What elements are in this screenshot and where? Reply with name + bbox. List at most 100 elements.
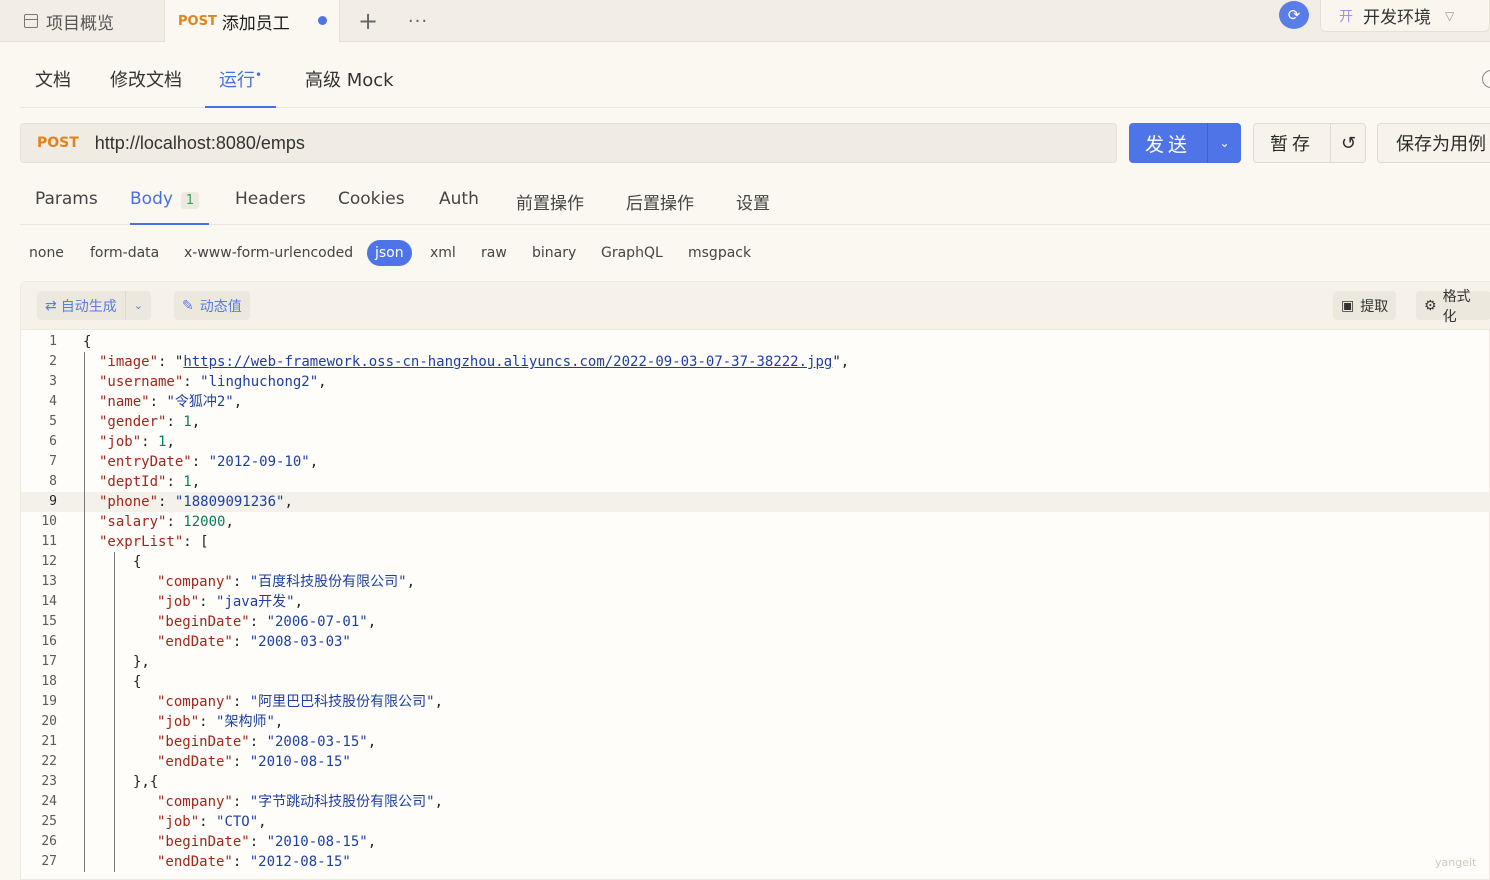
auto-generate-label: 自动生成 xyxy=(60,298,117,315)
code-line: 9 "phone": "18809091236", xyxy=(21,492,1490,512)
code-area[interactable]: 1{2 "image": "https://web-framework.oss-c… xyxy=(21,332,1490,872)
dynamic-value-button[interactable]: ✎ 动态值 xyxy=(174,291,250,320)
new-tab-button[interactable]: + xyxy=(355,0,381,42)
tab-pre-actions[interactable]: 前置操作 xyxy=(516,189,584,225)
body-type-binary[interactable]: binary xyxy=(532,240,576,266)
code-text: "name": "令狐冲2", xyxy=(99,394,243,410)
indent-guide xyxy=(84,512,85,532)
indent-guide xyxy=(84,712,85,732)
extract-button[interactable]: ▣ 提取 xyxy=(1333,291,1397,320)
body-type-form-data[interactable]: form-data xyxy=(90,240,159,266)
code-text: "entryDate": "2012-09-10", xyxy=(99,454,319,470)
request-tabs: Params Body 1 Headers Cookies Auth 前置操作 后… xyxy=(20,175,1490,225)
line-number: 1 xyxy=(49,334,57,349)
indent-guide xyxy=(84,732,85,752)
env-badge: 开 xyxy=(1339,8,1353,25)
body-type-xml[interactable]: xml xyxy=(430,240,456,266)
indent-guide xyxy=(84,632,85,652)
json-editor[interactable]: ⇄ 自动生成 ⌄ ✎ 动态值 ▣ 提取 ⚙ 格式化 1{2 "image": "h… xyxy=(20,281,1490,880)
format-button[interactable]: ⚙ 格式化 xyxy=(1416,289,1490,325)
code-text: "endDate": "2008-03-03" xyxy=(157,634,351,650)
send-button[interactable]: 发送 xyxy=(1129,123,1207,163)
chevron-down-icon: ▽ xyxy=(1445,8,1455,23)
tab-run[interactable]: 运行• xyxy=(205,66,277,108)
line-number: 7 xyxy=(49,454,57,469)
tab-cookies[interactable]: Cookies xyxy=(338,189,405,225)
tab-body[interactable]: Body 1 xyxy=(130,189,209,225)
tab-doc[interactable]: 文档 xyxy=(35,66,71,108)
body-type-msgpack[interactable]: msgpack xyxy=(688,240,751,266)
url-bar: POST xyxy=(20,123,1117,163)
auto-generate-button[interactable]: ⇄ 自动生成 ⌄ xyxy=(37,291,151,320)
stash-button[interactable]: 暂存 xyxy=(1254,124,1331,162)
indent-guide xyxy=(84,552,85,572)
code-line: 13 "company": "百度科技股份有限公司", xyxy=(21,572,1490,592)
tab-post-actions[interactable]: 后置操作 xyxy=(626,189,694,225)
tab-settings[interactable]: 设置 xyxy=(736,189,770,225)
more-tabs-button[interactable]: ··· xyxy=(405,0,431,42)
tab-advanced-mock[interactable]: 高级 Mock xyxy=(305,66,394,108)
indent-guide xyxy=(84,832,85,852)
code-line: 21 "beginDate": "2008-03-15", xyxy=(21,732,1490,752)
tab-bar: 项目概览 POST 添加员工 + ··· ⟳ 开 开发环境 ▽ xyxy=(0,0,1490,42)
tab-edit-doc[interactable]: 修改文档 xyxy=(110,66,182,108)
tab-auth[interactable]: Auth xyxy=(439,189,479,225)
tab-project-overview[interactable]: 项目概览 xyxy=(0,0,164,42)
code-text: "beginDate": "2010-08-15", xyxy=(157,834,377,850)
reset-icon[interactable]: ↺ xyxy=(1331,124,1366,162)
code-text: "gender": 1, xyxy=(99,414,201,430)
code-line: 14 "job": "java开发", xyxy=(21,592,1490,612)
env-label: 开发环境 xyxy=(1363,8,1431,28)
code-text: "deptId": 1, xyxy=(99,474,201,490)
code-line: 6 "job": 1, xyxy=(21,432,1490,452)
chevron-down-icon[interactable]: ⌄ xyxy=(1207,123,1241,163)
line-number: 13 xyxy=(41,574,57,589)
code-text: "job": "CTO", xyxy=(157,814,267,830)
line-number: 22 xyxy=(41,754,57,769)
indent-guide xyxy=(84,432,85,452)
body-type-none[interactable]: none xyxy=(29,240,64,266)
chevron-down-icon[interactable]: ⌄ xyxy=(124,291,143,320)
unsaved-dot-icon xyxy=(318,16,327,25)
code-line: 24 "company": "字节跳动科技股份有限公司", xyxy=(21,792,1490,812)
stash-group: 暂存 ↺ xyxy=(1253,123,1366,163)
indent-guide xyxy=(84,372,85,392)
indent-guide xyxy=(114,812,115,832)
body-type-json[interactable]: json xyxy=(367,240,412,266)
extract-label: 提取 xyxy=(1360,298,1389,315)
indent-guide xyxy=(114,852,115,872)
indent-guide xyxy=(114,632,115,652)
code-line: 15 "beginDate": "2006-07-01", xyxy=(21,612,1490,632)
tab-add-employee[interactable]: POST 添加员工 xyxy=(164,0,340,42)
code-line: 3 "username": "linghuchong2", xyxy=(21,372,1490,392)
watermark: yangeit xyxy=(1435,856,1477,869)
editor-toolbar: ⇄ 自动生成 ⌄ ✎ 动态值 ▣ 提取 ⚙ 格式化 xyxy=(21,282,1490,330)
indent-guide xyxy=(84,772,85,792)
tab-headers[interactable]: Headers xyxy=(235,189,306,225)
indent-guide xyxy=(114,652,115,672)
tab-label: 项目概览 xyxy=(46,13,114,34)
indent-guide xyxy=(114,752,115,772)
method-select[interactable]: POST xyxy=(37,135,79,151)
body-type-urlencoded[interactable]: x-www-form-urlencoded xyxy=(184,240,353,266)
code-text: "endDate": "2010-08-15" xyxy=(157,754,351,770)
body-type-raw[interactable]: raw xyxy=(481,240,507,266)
indent-guide xyxy=(114,672,115,692)
line-number: 10 xyxy=(41,514,57,529)
code-line: 18 { xyxy=(21,672,1490,692)
body-type-graphql[interactable]: GraphQL xyxy=(601,240,663,266)
url-input[interactable] xyxy=(94,132,995,154)
code-text: "company": "阿里巴巴科技股份有限公司", xyxy=(157,694,444,710)
line-number: 18 xyxy=(41,674,57,689)
code-line: 11 "exprList": [ xyxy=(21,532,1490,552)
code-text: "company": "字节跳动科技股份有限公司", xyxy=(157,794,444,810)
code-line: 12 { xyxy=(21,552,1490,572)
swap-icon: ⇄ xyxy=(45,297,57,314)
save-as-case-button[interactable]: 保存为用例 xyxy=(1377,123,1490,163)
tab-params[interactable]: Params xyxy=(35,189,98,225)
code-text: }, xyxy=(133,654,150,670)
line-number: 21 xyxy=(41,734,57,749)
sync-icon[interactable]: ⟳ xyxy=(1279,1,1309,29)
environment-select[interactable]: 开 开发环境 ▽ xyxy=(1320,0,1490,32)
line-number: 27 xyxy=(41,854,57,869)
